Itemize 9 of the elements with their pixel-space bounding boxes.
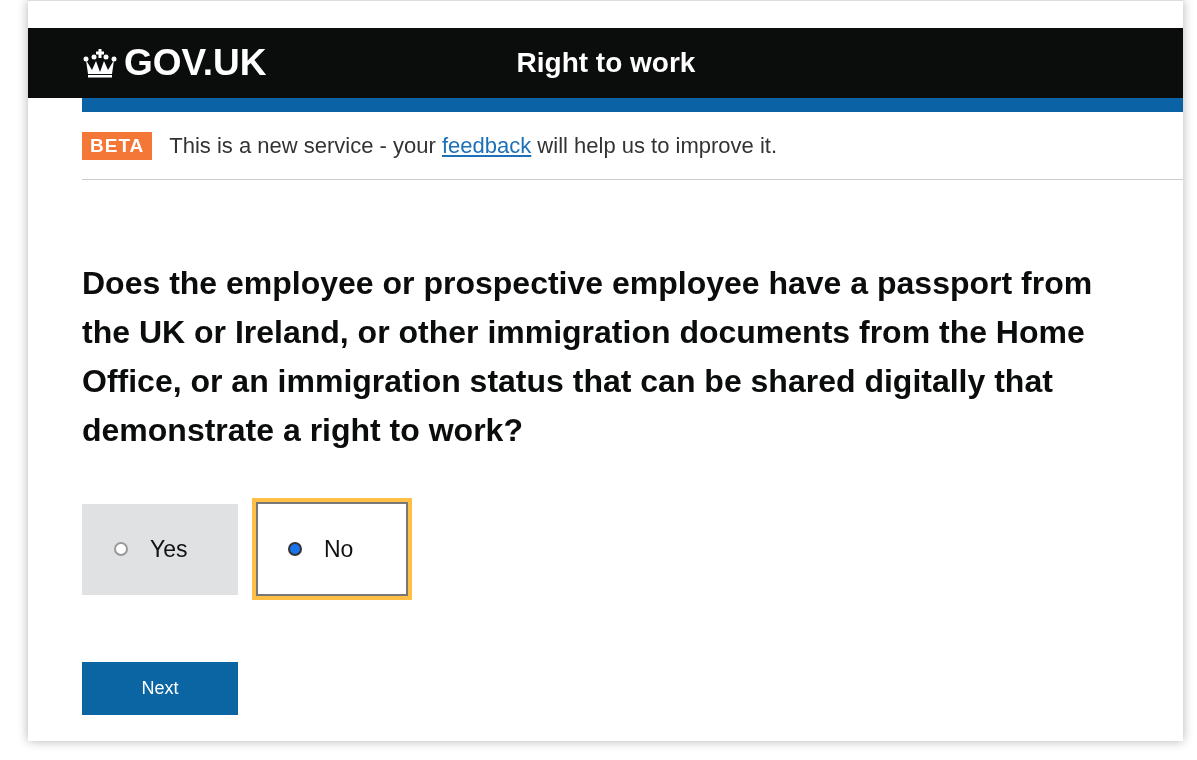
question-heading: Does the employee or prospective employee have a passport from the UK or Ireland, or other immigration documents from the Home Office, or an immigration status that can be shared digitally that demonstrate a right to work? <box>82 264 1094 450</box>
govuk-logo[interactable]: GOV.UK <box>124 42 267 84</box>
next-button[interactable]: Next <box>82 662 238 715</box>
feedback-link[interactable]: feedback <box>441 132 532 158</box>
phase-banner-text: This is a new service - your feedback will help us to improve it. <box>169 132 777 159</box>
crown-icon <box>82 48 118 78</box>
radio-option[interactable]: Yes <box>82 503 238 595</box>
phase-tag: BETA <box>82 131 153 160</box>
service-name: Right to work <box>516 47 696 79</box>
